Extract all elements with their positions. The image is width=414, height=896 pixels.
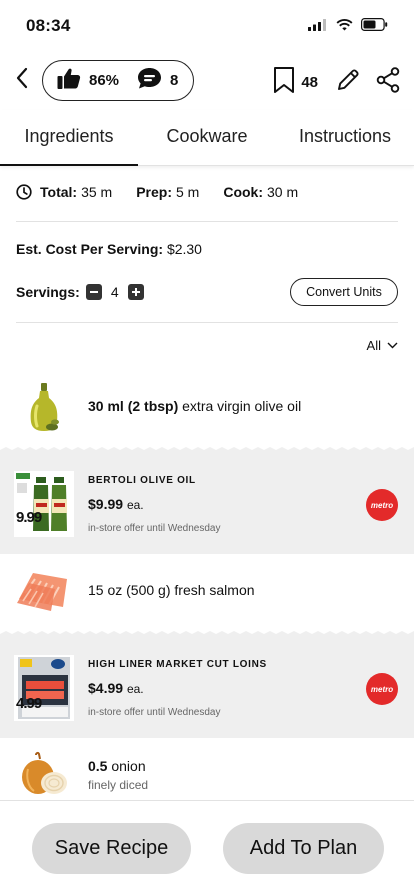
deal-price-amount: $9.99 bbox=[88, 496, 124, 512]
back-button[interactable] bbox=[10, 66, 34, 94]
comments-stat[interactable]: 8 bbox=[137, 67, 178, 94]
chevron-left-icon bbox=[15, 67, 29, 94]
deal-product-name: BERTOLI OLIVE OIL bbox=[88, 475, 196, 486]
bottom-action-bar: Save Recipe Add To Plan bbox=[0, 800, 414, 896]
tab-cookware[interactable]: Cookware bbox=[138, 110, 276, 165]
wifi-icon bbox=[336, 18, 353, 36]
ingredient-note: finely diced bbox=[88, 778, 149, 792]
tab-instructions[interactable]: Instructions bbox=[276, 110, 414, 165]
salmon-fillet-icon bbox=[14, 563, 74, 619]
store-deal-card[interactable]: 9.99 BERTOLI OLIVE OIL $9.99 ea. in-stor… bbox=[0, 453, 414, 554]
stats-pill: 86% 8 bbox=[42, 60, 194, 101]
ingredient-row[interactable]: 15 oz (500 g) fresh salmon bbox=[0, 560, 414, 622]
cook-time-label: Cook: bbox=[223, 184, 264, 200]
bookmarks-count: 48 bbox=[301, 74, 318, 91]
deal-price: $9.99 ea. bbox=[88, 496, 144, 512]
prep-time: Prep: 5 m bbox=[136, 184, 199, 200]
likes-stat[interactable]: 86% bbox=[57, 67, 119, 95]
cost-per-serving: Est. Cost Per Serving: $2.30 bbox=[16, 241, 202, 257]
divider bbox=[16, 221, 398, 222]
prep-time-label: Prep: bbox=[136, 184, 172, 200]
flyer-price: 9.99 bbox=[16, 509, 42, 526]
time-summary: Total: 35 m Prep: 5 m Cook: 30 m bbox=[16, 184, 398, 200]
servings-row: Servings: 4 Convert Units bbox=[16, 278, 398, 306]
total-time: Total: 35 m bbox=[40, 184, 112, 200]
ingredient-filter-dropdown[interactable]: All bbox=[367, 338, 398, 353]
increase-servings-button[interactable] bbox=[127, 284, 144, 300]
flyer-thumbnail: 9.99 bbox=[14, 471, 74, 537]
thumbs-up-icon bbox=[57, 67, 81, 95]
share-icon[interactable] bbox=[376, 67, 400, 98]
servings-label: Servings: bbox=[16, 284, 80, 300]
battery-icon bbox=[361, 18, 388, 36]
prep-time-value: 5 m bbox=[176, 184, 200, 200]
cook-time: Cook: 30 m bbox=[223, 184, 298, 200]
convert-units-button[interactable]: Convert Units bbox=[290, 278, 398, 306]
ingredient-text: 30 ml (2 tbsp) extra virgin olive oil bbox=[88, 398, 301, 414]
cellular-signal-icon bbox=[308, 18, 328, 36]
add-to-plan-button[interactable]: Add To Plan bbox=[223, 823, 384, 874]
cost-label: Est. Cost Per Serving: bbox=[16, 241, 164, 257]
deal-price: $4.99 ea. bbox=[88, 680, 144, 696]
comments-count: 8 bbox=[170, 72, 179, 89]
flyer-thumbnail: 4.99 bbox=[14, 655, 74, 721]
deal-product-name: HIGH LINER MARKET CUT LOINS bbox=[88, 659, 267, 670]
ingredient-name: 15 oz (500 g) fresh salmon bbox=[88, 582, 255, 598]
deal-offer-note: in-store offer until Wednesday bbox=[88, 523, 221, 534]
filter-label: All bbox=[366, 338, 381, 353]
olive-oil-bottle-icon bbox=[14, 379, 74, 435]
status-time: 08:34 bbox=[26, 16, 71, 35]
onion-icon bbox=[14, 746, 74, 802]
bookmark-icon[interactable] bbox=[273, 66, 295, 99]
ingredient-text: 15 oz (500 g) fresh salmon bbox=[88, 582, 255, 598]
comment-bubble-icon bbox=[137, 67, 162, 94]
header-actions: 48 bbox=[273, 66, 400, 99]
ingredient-name: extra virgin olive oil bbox=[182, 398, 302, 414]
decrease-servings-button[interactable] bbox=[85, 284, 102, 300]
recipe-header: 86% 8 48 bbox=[0, 52, 414, 108]
deal-price-amount: $4.99 bbox=[88, 680, 124, 696]
store-deal-card[interactable]: 4.99 HIGH LINER MARKET CUT LOINS $4.99 e… bbox=[0, 637, 414, 738]
ingredient-amount: 30 ml (2 tbsp) bbox=[88, 398, 179, 414]
servings-value: 4 bbox=[110, 284, 119, 300]
cost-value: $2.30 bbox=[166, 241, 202, 257]
chevron-down-icon bbox=[387, 342, 398, 349]
ingredient-row[interactable]: 30 ml (2 tbsp) extra virgin olive oil bbox=[0, 376, 414, 438]
status-bar: 08:34 bbox=[0, 0, 414, 52]
ingredient-text: 0.5 onion finely diced bbox=[88, 758, 148, 792]
divider bbox=[16, 322, 398, 323]
ingredient-name: onion bbox=[111, 758, 146, 774]
save-recipe-button[interactable]: Save Recipe bbox=[32, 823, 191, 874]
clock-icon bbox=[16, 184, 32, 200]
total-time-label: Total: bbox=[40, 184, 78, 200]
status-icons bbox=[308, 18, 388, 36]
metro-store-logo: metro bbox=[366, 489, 398, 521]
ingredient-row[interactable]: 0.5 onion finely diced bbox=[0, 744, 414, 800]
cook-time-value: 30 m bbox=[267, 184, 299, 200]
metro-store-logo: metro bbox=[366, 673, 398, 705]
deal-price-unit: ea. bbox=[126, 498, 144, 512]
ingredient-amount: 0.5 bbox=[88, 758, 108, 774]
recipe-tabs: Ingredients Cookware Instructions bbox=[0, 110, 414, 166]
edit-pencil-icon[interactable] bbox=[336, 68, 360, 97]
flyer-price: 4.99 bbox=[16, 695, 42, 712]
likes-percent: 86% bbox=[89, 72, 120, 89]
deal-price-unit: ea. bbox=[126, 682, 144, 696]
total-time-value: 35 m bbox=[81, 184, 113, 200]
tab-ingredients[interactable]: Ingredients bbox=[0, 110, 138, 166]
deal-offer-note: in-store offer until Wednesday bbox=[88, 707, 221, 718]
